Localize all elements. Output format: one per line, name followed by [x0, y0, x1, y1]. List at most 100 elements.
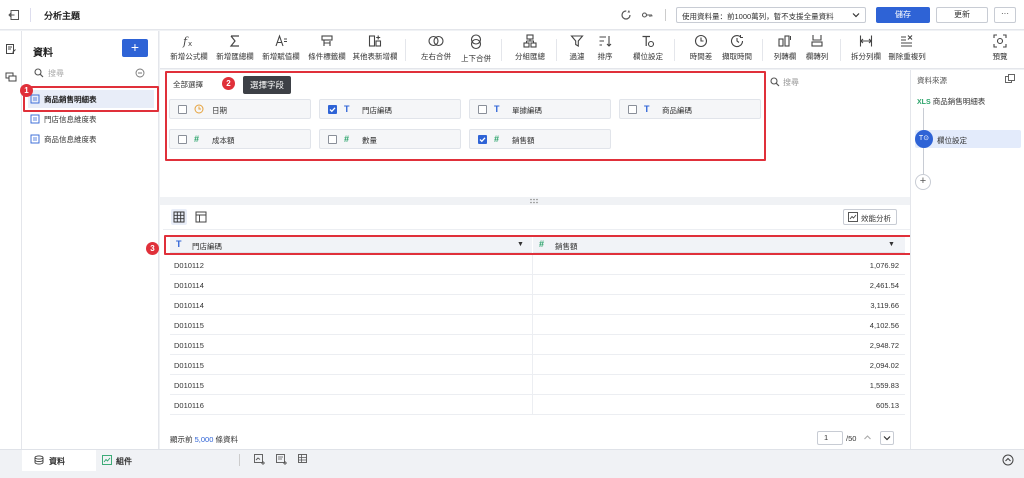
- table-row: D010114 2,461.54: [170, 275, 905, 295]
- save-button[interactable]: 儲存: [876, 7, 930, 23]
- performance-analysis-button[interactable]: 效能分析: [843, 209, 897, 225]
- step-field-setting[interactable]: T⊙ 欄位設定: [915, 130, 1021, 148]
- tab-data[interactable]: 資料: [22, 450, 96, 471]
- pager: 顯示前 5,000 條資料 1 /50: [160, 428, 910, 449]
- add-report-icon[interactable]: [276, 454, 287, 465]
- tool-label: 左右合併: [421, 52, 451, 61]
- split-icon: [859, 35, 873, 47]
- key-icon[interactable]: [641, 9, 653, 21]
- field-search-input[interactable]: 搜尋: [783, 77, 799, 88]
- column-header-sales-amount[interactable]: # 銷售額 ▼: [533, 237, 905, 253]
- caret-down-icon[interactable]: ▼: [517, 241, 524, 248]
- dataset-icon[interactable]: [5, 71, 17, 83]
- chevron-up-icon[interactable]: [1002, 454, 1014, 466]
- tab-component[interactable]: 組件: [98, 450, 168, 471]
- text-type-icon: T: [176, 239, 182, 249]
- checkbox-document-code[interactable]: [478, 105, 487, 114]
- extract-time-button[interactable]: 擷取時間: [718, 33, 756, 67]
- row-to-column-button[interactable]: 列轉欄: [768, 33, 802, 67]
- table-item-product-dimension[interactable]: 商品信息維度表: [28, 130, 154, 148]
- field-quantity[interactable]: # 數量: [319, 129, 461, 149]
- update-button[interactable]: 更新: [936, 7, 988, 23]
- column-header-label: 門店編碼: [192, 242, 222, 251]
- toolbar-separator: [762, 39, 763, 61]
- checkbox-product-code[interactable]: [628, 105, 637, 114]
- remove-duplicates-button[interactable]: 刪除重複列: [884, 33, 930, 67]
- performance-analysis-label: 效能分析: [861, 214, 891, 223]
- field-cost[interactable]: # 成本額: [169, 129, 311, 149]
- column-to-row-button[interactable]: 欄轉列: [800, 33, 834, 67]
- table-item-sales-detail[interactable]: 商品銷售明細表: [28, 90, 154, 108]
- caret-down-icon[interactable]: ▼: [888, 241, 895, 248]
- add-from-other-table-button[interactable]: 其他表新增欄: [350, 33, 400, 67]
- add-table-button[interactable]: +: [122, 39, 148, 57]
- add-formula-column-button[interactable]: fx 新增公式欄: [168, 33, 210, 67]
- table-item-store-dimension[interactable]: 門店信息維度表: [28, 110, 154, 128]
- search-icon: [770, 77, 780, 87]
- condition-label-column-button[interactable]: 條件標籤欄: [306, 33, 348, 67]
- cell-store-code: D010115: [174, 381, 204, 390]
- number-type-icon: #: [344, 134, 350, 144]
- refresh-icon[interactable]: [620, 9, 632, 21]
- time-difference-button[interactable]: 時間差: [684, 33, 718, 67]
- checkbox-cost[interactable]: [178, 135, 187, 144]
- add-assign-column-button[interactable]: 新增賦值欄: [260, 33, 302, 67]
- field-date[interactable]: 日期: [169, 99, 311, 119]
- cell-sales-amount: 1,076.92: [869, 261, 899, 270]
- field-sales-amount[interactable]: # 銷售額: [469, 129, 611, 149]
- divider: [165, 214, 910, 215]
- split-column-button[interactable]: 拆分列欄: [846, 33, 886, 67]
- column-header-store-code[interactable]: T 門店編碼 ▼: [170, 237, 532, 253]
- data-source-item[interactable]: XLS 商品銷售明細表: [917, 96, 985, 107]
- sort-button[interactable]: 排序: [590, 33, 620, 67]
- page-number-input[interactable]: 1: [817, 431, 843, 445]
- clock-icon: [194, 104, 204, 114]
- dedupe-icon: [901, 35, 913, 47]
- group-summary-icon: [523, 34, 537, 48]
- time-diff-icon: [694, 34, 708, 48]
- table-search-input[interactable]: 搜尋: [48, 68, 64, 79]
- merge-vertical-icon: [470, 34, 482, 50]
- cell-sales-amount: 2,094.02: [869, 361, 899, 370]
- cell-sales-amount: 605.13: [876, 401, 899, 410]
- panel-splitter[interactable]: [160, 197, 910, 205]
- divider: [239, 454, 240, 466]
- chevron-up-icon[interactable]: [863, 433, 872, 442]
- data-edit-icon[interactable]: [5, 43, 17, 55]
- field-search[interactable]: 搜尋: [768, 75, 908, 89]
- data-usage-dropdown[interactable]: 使用資料量：前1000萬列，暫不支援全量資料: [676, 7, 866, 23]
- table-row: D010116 605.13: [170, 395, 905, 415]
- copy-icon[interactable]: [1005, 74, 1015, 84]
- field-store-code[interactable]: T 門店編碼: [319, 99, 461, 119]
- field-setting-button[interactable]: 欄位設定: [628, 33, 668, 67]
- more-button[interactable]: ···: [994, 7, 1016, 23]
- select-all-link[interactable]: 全部選擇: [173, 79, 203, 90]
- back-icon[interactable]: [8, 9, 20, 21]
- merge-horizontal-button[interactable]: 左右合併: [416, 33, 456, 67]
- add-dashboard-icon[interactable]: [254, 454, 265, 465]
- collapse-icon[interactable]: [135, 68, 145, 78]
- filter-button[interactable]: 過濾: [562, 33, 592, 67]
- add-step-button[interactable]: +: [915, 174, 931, 190]
- add-summary-column-button[interactable]: 新增匯總欄: [214, 33, 256, 67]
- component-icon: [102, 455, 112, 465]
- preview-button[interactable]: 預覽: [986, 33, 1014, 67]
- field-label: 日期: [212, 106, 227, 115]
- layout-view-button[interactable]: [193, 209, 209, 225]
- checkbox-quantity[interactable]: [328, 135, 337, 144]
- row-count-suffix: 條資料: [215, 435, 238, 444]
- grid-view-button[interactable]: [171, 209, 187, 225]
- next-page-button[interactable]: [880, 431, 894, 445]
- checkbox-store-code[interactable]: [328, 105, 337, 114]
- field-product-code[interactable]: T 商品編碼: [619, 99, 761, 119]
- divider: [665, 9, 666, 21]
- toolbar: fx 新增公式欄 新增匯總欄 新增賦值欄 條件標籤欄 其他表新增欄 左右合併 上…: [160, 31, 1024, 69]
- extract-time-icon: [730, 34, 744, 48]
- checkbox-sales-amount[interactable]: [478, 135, 487, 144]
- merge-vertical-button[interactable]: 上下合併: [456, 33, 496, 67]
- group-summary-button[interactable]: 分組匯總: [510, 33, 550, 67]
- checkbox-date[interactable]: [178, 105, 187, 114]
- cell-sales-amount: 3,119.66: [870, 301, 899, 310]
- field-document-code[interactable]: T 單據編碼: [469, 99, 611, 119]
- add-table-icon[interactable]: [298, 454, 309, 465]
